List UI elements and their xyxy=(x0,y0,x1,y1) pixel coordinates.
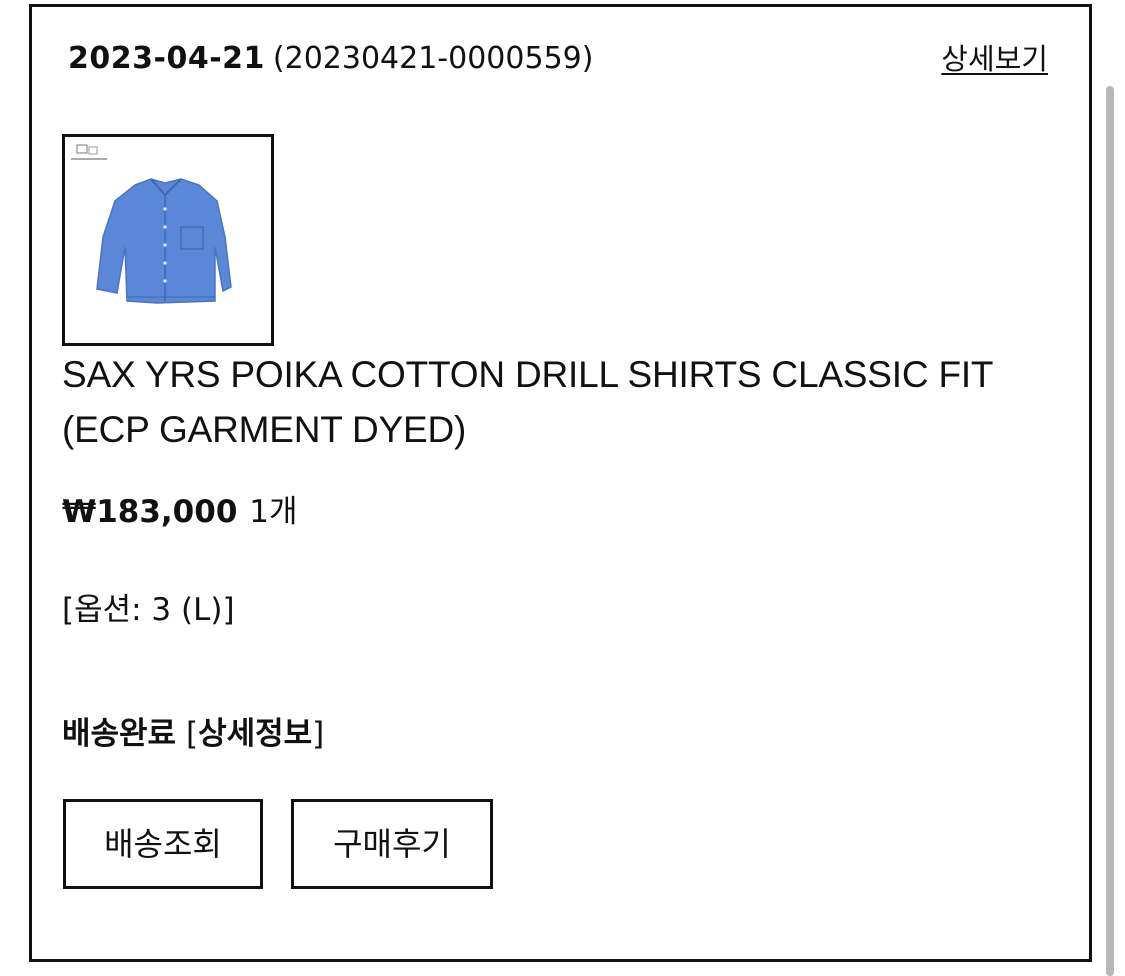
view-details-link[interactable]: 상세보기 xyxy=(941,37,1048,81)
delivery-detail-link[interactable]: 상세정보 xyxy=(198,716,312,752)
bracket-close: ] xyxy=(312,716,325,752)
write-review-button[interactable]: 구매후기 xyxy=(291,799,493,889)
price-row: ₩183,000 1개 xyxy=(62,489,298,535)
product-name[interactable]: SAX YRS POIKA COTTON DRILL SHIRTS CLASSI… xyxy=(62,347,1062,457)
product-price: ₩183,000 xyxy=(62,494,238,530)
order-header: 2023-04-21 (20230421-0000559) 상세보기 xyxy=(68,37,1058,81)
product-option: [옵션: 3 (L)] xyxy=(62,592,235,628)
delivery-status-row: 배송완료 [상세정보] xyxy=(62,711,324,757)
scrollbar[interactable] xyxy=(1106,86,1114,976)
product-thumbnail[interactable] xyxy=(62,134,274,346)
bracket-open: [ xyxy=(185,716,199,752)
track-delivery-button[interactable]: 배송조회 xyxy=(63,799,263,889)
order-number: (20230421-0000559) xyxy=(272,41,594,76)
delivery-status: 배송완료 xyxy=(62,716,177,752)
product-quantity: 1개 xyxy=(249,494,298,530)
order-date: 2023-04-21 xyxy=(68,41,265,76)
order-card: 2023-04-21 (20230421-0000559) 상세보기 SAX Y… xyxy=(29,4,1092,962)
shirt-image xyxy=(65,137,271,343)
